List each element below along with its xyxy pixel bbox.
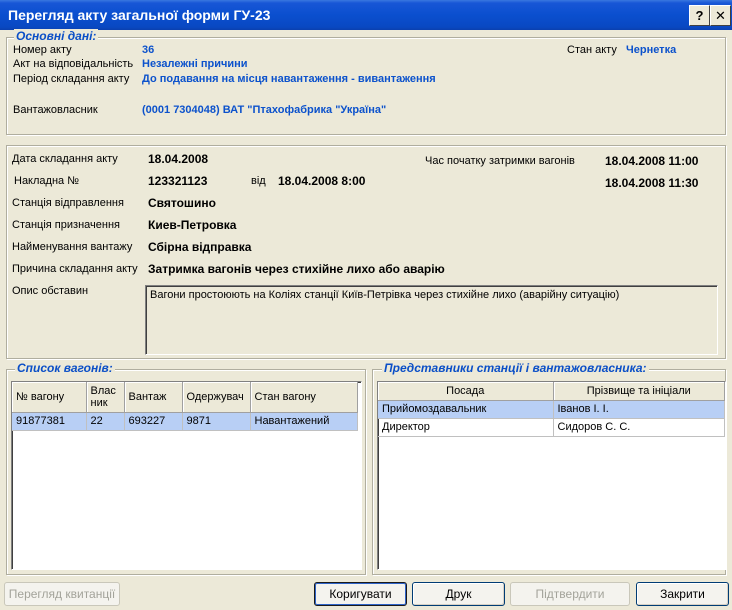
confirm-button[interactable]: Підтвердити: [510, 582, 630, 606]
period-value: До подавання на місця навантаження - вив…: [142, 73, 436, 85]
reps-grid[interactable]: Посада Прізвище та ініціали Прийомоздава…: [377, 381, 726, 570]
col-owner[interactable]: Влас ник: [86, 382, 125, 413]
waybill-date-value: 18.04.2008 8:00: [278, 174, 366, 188]
close-button[interactable]: Закрити: [636, 582, 729, 606]
cell-owner: 22: [86, 412, 125, 431]
cell-wagon-state: Навантажений: [250, 412, 358, 431]
title-bar: Перегляд акту загальної форми ГУ-23 ? ✕: [0, 0, 732, 30]
wagons-legend: Список вагонів:: [15, 361, 115, 375]
act-number-value: 36: [142, 44, 155, 56]
col-wagon-state[interactable]: Стан вагону: [250, 382, 358, 413]
state-label: Стан акту: [567, 44, 617, 56]
destination-value: Киев-Петровка: [148, 218, 237, 232]
description-label: Опис обставин: [12, 285, 89, 297]
responsibility-label: Акт на відповідальність: [13, 58, 134, 70]
col-cargo[interactable]: Вантаж: [124, 382, 183, 413]
act-number-label: Номер акту: [13, 44, 72, 56]
waybill-label: Накладна №: [14, 175, 80, 187]
help-icon: ?: [695, 8, 704, 23]
table-row[interactable]: 91877381 22 693227 9871 Навантажений: [12, 412, 358, 431]
table-row[interactable]: Директор Сидоров С. С.: [378, 418, 725, 437]
edit-button[interactable]: Коригувати: [314, 582, 407, 606]
date-label: Дата складання акту: [12, 153, 118, 165]
reps-table: Посада Прізвище та ініціали Прийомоздава…: [378, 382, 725, 437]
destination-label: Станція призначення: [12, 219, 120, 231]
owner-label: Вантажовласник: [13, 104, 98, 116]
reps-legend: Представники станції і вантажовласника:: [382, 361, 649, 375]
print-button[interactable]: Друк: [412, 582, 505, 606]
cargo-label: Найменування вантажу: [12, 241, 133, 253]
departure-value: Святошино: [148, 196, 216, 210]
col-position[interactable]: Посада: [378, 382, 554, 401]
departure-label: Станція відправлення: [12, 197, 124, 209]
help-button[interactable]: ?: [689, 5, 710, 26]
main-data-group: [6, 37, 726, 135]
col-name[interactable]: Прізвище та ініціали: [553, 382, 725, 401]
waybill-value: 123321123: [148, 174, 208, 188]
owner-value: (0001 7304048) ВАТ "Птахофабрика "Україн…: [142, 104, 387, 116]
description-memo[interactable]: Вагони простоюють на Коліях станції Київ…: [145, 285, 718, 355]
wagons-table: № вагону Влас ник Вантаж Одержувач Стан …: [12, 382, 358, 431]
period-label: Період складання акту: [13, 73, 130, 85]
cell-position: Прийомоздавальник: [378, 400, 554, 419]
from-label: від: [251, 175, 266, 187]
close-icon: ✕: [715, 8, 726, 23]
date-value: 18.04.2008: [148, 152, 209, 166]
cell-name: Сидоров С. С.: [553, 418, 725, 437]
delay-label: Час початку затримки вагонів: [425, 155, 575, 167]
state-value: Чернетка: [626, 44, 677, 56]
delay-end-value: 18.04.2008 11:30: [605, 176, 699, 190]
close-window-button[interactable]: ✕: [710, 5, 731, 26]
reason-value: Затримка вагонів через стихійне лихо або…: [148, 262, 445, 276]
cell-wagon-number: 91877381: [12, 412, 87, 431]
delay-start-value: 18.04.2008 11:00: [605, 154, 699, 168]
main-data-legend: Основні дані:: [14, 29, 99, 43]
reason-label: Причина складання акту: [12, 263, 138, 275]
wagons-grid[interactable]: № вагону Влас ник Вантаж Одержувач Стан …: [11, 381, 362, 570]
cell-position: Директор: [378, 418, 554, 437]
table-row[interactable]: Прийомоздавальник Іванов І. І.: [378, 400, 725, 419]
responsibility-value: Незалежні причини: [142, 58, 248, 70]
cargo-value: Сбірна відправка: [148, 240, 252, 254]
cell-cargo: 693227: [124, 412, 183, 431]
col-wagon-number[interactable]: № вагону: [12, 382, 87, 413]
description-text: Вагони простоюють на Коліях станції Київ…: [150, 289, 620, 301]
window-title: Перегляд акту загальної форми ГУ-23: [8, 7, 271, 23]
cell-name: Іванов І. І.: [553, 400, 725, 419]
cell-recipient: 9871: [182, 412, 251, 431]
view-receipt-button[interactable]: Перегляд квитанції: [4, 582, 120, 606]
col-recipient[interactable]: Одержувач: [182, 382, 251, 413]
